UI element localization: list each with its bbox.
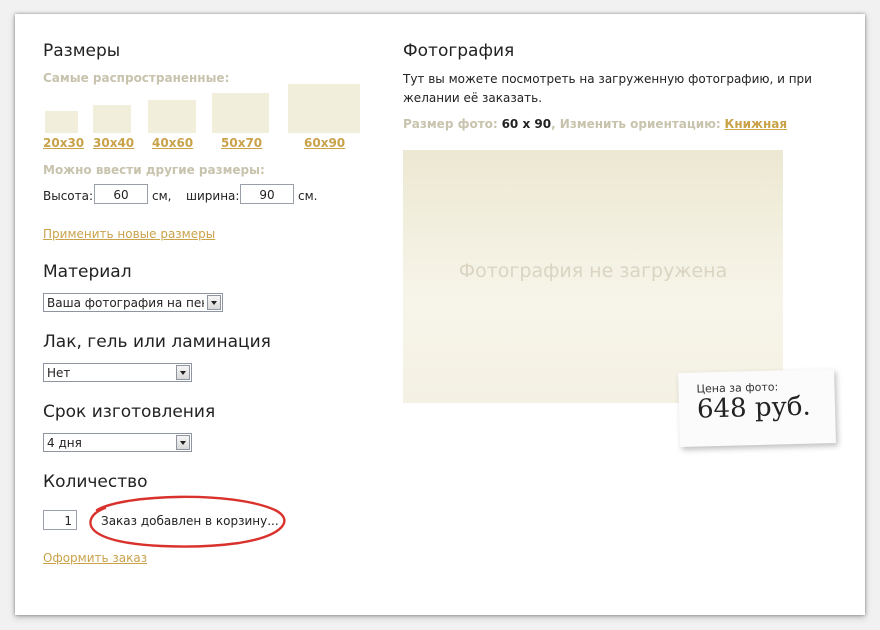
- custom-sizes-label: Можно ввести другие размеры:: [43, 163, 265, 177]
- width-input[interactable]: 90: [240, 184, 294, 204]
- sizes-title: Размеры: [43, 41, 121, 61]
- photo-description-line-1: Тут вы можете посмотреть на загруженную …: [403, 72, 812, 86]
- apply-sizes-link[interactable]: Применить новые размеры: [43, 227, 215, 241]
- quantity-input[interactable]: 1: [43, 510, 77, 530]
- photo-size-value: 60 x 90: [501, 117, 552, 131]
- height-unit: см,: [152, 189, 172, 203]
- size-link-40x60[interactable]: 40x60: [152, 136, 193, 150]
- width-label: ширина:: [186, 189, 240, 203]
- finish-select[interactable]: Нет: [43, 363, 192, 382]
- chevron-down-icon[interactable]: [207, 295, 221, 310]
- material-select-value: Ваша фотография на пенокартоне: [47, 296, 204, 310]
- term-select-value: 4 дня: [47, 436, 82, 450]
- size-link-30x40[interactable]: 30x40: [93, 136, 134, 150]
- chevron-down-icon[interactable]: [176, 365, 190, 380]
- photo-size-label: Размер фото:: [403, 117, 498, 131]
- orientation-link[interactable]: Книжная: [725, 117, 788, 131]
- height-label: Высота:: [43, 189, 94, 203]
- finish-select-value: Нет: [47, 366, 71, 380]
- height-input[interactable]: 60: [94, 184, 148, 204]
- material-select[interactable]: Ваша фотография на пенокартоне: [43, 293, 223, 312]
- photo-preview: Фотография не загружена: [403, 150, 783, 403]
- size-swatch-40x60[interactable]: [148, 100, 196, 133]
- photo-placeholder-text: Фотография не загружена: [458, 260, 728, 282]
- chevron-down-icon[interactable]: [176, 435, 190, 450]
- width-unit: см.: [298, 189, 318, 203]
- price-value: 648 руб.: [696, 391, 812, 425]
- common-sizes-label: Самые распространенные:: [43, 71, 230, 85]
- finish-title: Лак, гель или ламинация: [43, 332, 271, 352]
- annotation-circle: [89, 495, 286, 548]
- term-title: Срок изготовления: [43, 402, 216, 422]
- size-link-60x90[interactable]: 60x90: [304, 136, 345, 150]
- size-swatch-20x30[interactable]: [45, 111, 78, 133]
- size-link-50x70[interactable]: 50x70: [221, 136, 262, 150]
- material-title: Материал: [43, 262, 132, 282]
- checkout-link[interactable]: Оформить заказ: [43, 551, 147, 565]
- photo-description-line-2: желании её заказать.: [403, 91, 543, 105]
- size-swatch-30x40[interactable]: [93, 105, 131, 133]
- orientation-label: , Изменить ориентацию:: [551, 117, 721, 131]
- photo-title: Фотография: [403, 41, 515, 61]
- size-link-20x30[interactable]: 20x30: [43, 136, 84, 150]
- photo-size-row: Размер фото: 60 x 90, Изменить ориентаци…: [403, 117, 787, 131]
- order-panel: Размеры Самые распространенные: 20x30 30…: [15, 14, 865, 615]
- size-swatch-50x70[interactable]: [212, 93, 269, 133]
- price-card: Цена за фото: 648 руб.: [678, 368, 836, 448]
- size-swatch-60x90[interactable]: [288, 84, 360, 133]
- term-select[interactable]: 4 дня: [43, 433, 192, 452]
